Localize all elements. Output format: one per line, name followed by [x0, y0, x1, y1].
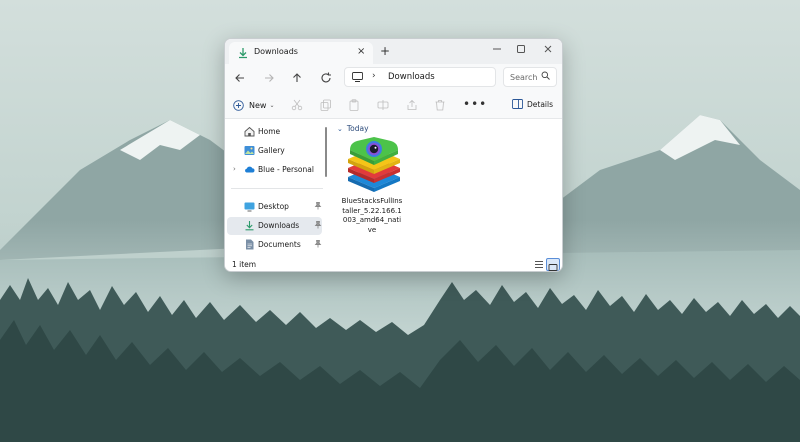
navigation-bar: › Downloads [225, 64, 562, 91]
sidebar-item-onedrive[interactable]: › Blue - Personal [225, 161, 325, 179]
sidebar-item-gallery[interactable]: Gallery [225, 142, 325, 160]
command-bar: New ⌄ ••• Details [225, 91, 562, 119]
plus-circle-icon [233, 99, 244, 111]
file-explorer-window: Downloads × + › Downloads New ⌄ [224, 38, 563, 272]
forward-arrow-icon[interactable] [261, 70, 277, 86]
close-window-icon[interactable] [541, 42, 555, 56]
file-list-area: ⌄ Today BlueStacksFullInstaller_5.22.166… [329, 119, 562, 257]
documents-icon [246, 239, 254, 250]
group-label: Today [346, 124, 369, 133]
address-bar[interactable]: › Downloads [344, 67, 496, 87]
copy-icon[interactable] [320, 99, 332, 111]
details-view-icon[interactable] [532, 258, 546, 271]
sidebar-item-label: Blue - Personal [258, 165, 314, 174]
chevron-down-icon: ⌄ [337, 124, 343, 133]
close-tab-button[interactable]: × [357, 46, 365, 58]
new-tab-button[interactable]: + [380, 45, 390, 57]
sidebar-item-downloads[interactable]: Downloads [227, 217, 322, 235]
back-arrow-icon[interactable] [232, 70, 248, 86]
details-pane-icon [512, 99, 523, 109]
sidebar-item-label: Downloads [258, 221, 300, 230]
breadcrumb-separator: › [372, 71, 376, 81]
chevron-right-icon[interactable]: › [233, 165, 236, 173]
status-bar: 1 item [225, 257, 562, 271]
new-button[interactable]: New ⌄ [233, 97, 274, 113]
file-item[interactable]: BlueStacksFullInstaller_5.22.166.1003_am… [341, 137, 403, 234]
sidebar-item-documents[interactable]: Documents [225, 236, 325, 254]
more-options-button[interactable]: ••• [463, 97, 487, 111]
home-icon [244, 126, 255, 137]
details-label: Details [527, 99, 554, 109]
paste-icon[interactable] [348, 99, 360, 111]
refresh-icon[interactable] [318, 70, 334, 86]
minimize-icon[interactable] [490, 42, 504, 56]
bluestacks-installer-icon [348, 137, 400, 192]
sidebar-divider [231, 188, 323, 189]
title-bar: Downloads × + [225, 39, 562, 64]
pin-icon[interactable] [314, 240, 322, 248]
up-arrow-icon[interactable] [289, 70, 305, 86]
large-icons-view-button[interactable] [546, 258, 560, 271]
sidebar-item-label: Documents [258, 240, 301, 249]
pin-icon[interactable] [314, 202, 322, 210]
sidebar-item-label: Gallery [258, 146, 285, 155]
sidebar-item-desktop[interactable]: Desktop [225, 198, 325, 216]
sidebar-item-label: Home [258, 127, 281, 136]
search-icon [541, 71, 550, 80]
cut-icon[interactable] [291, 99, 303, 111]
download-icon [245, 221, 254, 231]
details-button[interactable]: Details [512, 99, 553, 109]
sidebar-item-label: Desktop [258, 202, 289, 211]
cloud-icon [245, 166, 255, 173]
share-icon[interactable] [406, 99, 418, 111]
file-name: BlueStacksFullInstaller_5.22.166.1003_am… [341, 197, 403, 234]
download-icon [239, 48, 247, 59]
desktop-icon [244, 202, 255, 212]
delete-icon[interactable] [434, 99, 446, 111]
pin-icon[interactable] [314, 221, 322, 229]
sidebar-scrollbar[interactable] [325, 127, 327, 177]
navigation-pane: Home Gallery › Blue - Personal Desktop D… [225, 119, 329, 257]
large-icons-view-icon [548, 264, 558, 271]
tab-downloads[interactable]: Downloads × [229, 42, 373, 64]
maximize-icon[interactable] [514, 42, 528, 56]
chevron-down-icon: ⌄ [269, 101, 275, 109]
tab-title: Downloads [254, 47, 298, 56]
rename-icon[interactable] [377, 99, 389, 111]
gallery-icon [244, 146, 255, 155]
group-header-today[interactable]: ⌄ Today [337, 124, 369, 133]
item-count: 1 item [232, 260, 257, 269]
this-pc-icon [352, 72, 363, 82]
breadcrumb-downloads[interactable]: Downloads [388, 72, 435, 82]
sidebar-item-home[interactable]: Home [225, 123, 325, 141]
new-button-label: New [249, 100, 267, 110]
